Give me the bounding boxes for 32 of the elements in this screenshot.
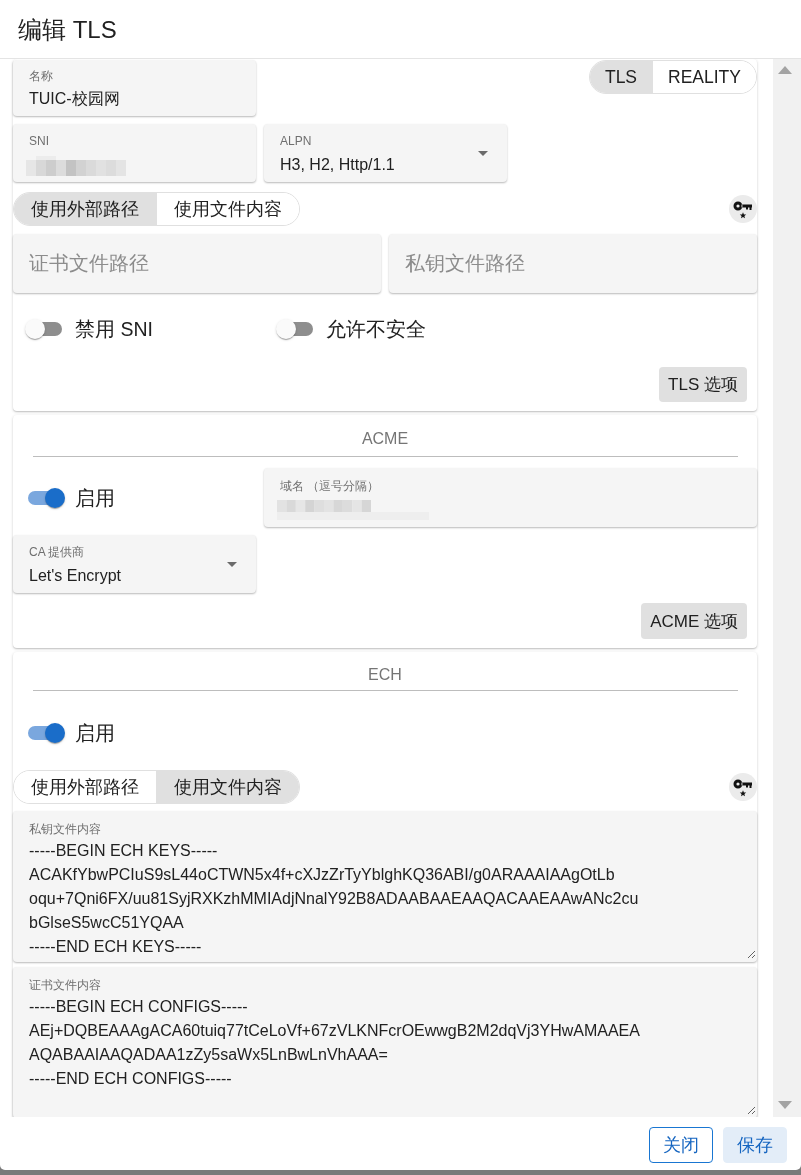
dropdown-caret-icon: [227, 561, 237, 567]
options-button[interactable]: TLS 选项: [659, 367, 747, 402]
domain-field[interactable]: 域名 （逗号分隔）: [264, 468, 757, 527]
key-icon[interactable]: [729, 195, 757, 223]
scroll-up-icon[interactable]: [778, 66, 792, 74]
options-button[interactable]: ACME 选项: [641, 603, 747, 639]
switch-label: 启用: [75, 721, 115, 746]
alpn-select[interactable]: ALPN H3, H2, Http/1.1: [264, 124, 507, 182]
ca-select[interactable]: CA 提供商 Let's Encrypt: [13, 535, 256, 593]
section-heading: ACME: [361, 429, 409, 449]
scrollbar-track[interactable]: [773, 59, 801, 1117]
section-heading: ECH: [368, 665, 402, 685]
dropdown-caret-icon: [478, 150, 488, 156]
switch-label: 禁用 SNI: [75, 317, 153, 342]
dialog-title: 编辑 TLS: [18, 15, 117, 45]
switch-label: 启用: [75, 485, 115, 511]
key-icon[interactable]: [729, 773, 757, 801]
toggle-tab[interactable]: 使用文件内容: [156, 771, 299, 803]
save-button[interactable]: 保存: [723, 1127, 787, 1163]
toggle-tab[interactable]: 使用文件内容: [156, 193, 299, 225]
path-input-field[interactable]: 证书文件路径: [13, 234, 381, 293]
file-content-textarea[interactable]: 私钥文件内容 -----BEGIN ECH KEYS----- ACAKfYbwPCIuS9sL44oCTWN5x4f+cXJzZrTyYblghKQ36ABI/g0ARAAAIAAgOtLb oqu+7Qni6FX/uu81SyjRXKzhMMIAdjNnalY92B8ADAABAAEAAQACAAEAAwANc2cu bGlseS5wcC51YQAA -----END ECH KEYS-----: [13, 811, 757, 962]
toggle-tab[interactable]: REALITY: [652, 61, 756, 93]
toggle-tab[interactable]: TLS: [589, 61, 653, 93]
sni-field[interactable]: SNI: [13, 124, 256, 182]
close-button[interactable]: 关闭: [649, 1127, 713, 1163]
scroll-down-icon[interactable]: [778, 1101, 792, 1109]
file-content-textarea[interactable]: 证书文件内容 -----BEGIN ECH CONFIGS----- AEj+DQBEAAAgACA60tuiq77tCeLoVf+67zVLKNFcrOEwwgB2M2dqVj3YHwAMAAEA AQABAAIAAQADAA1zZy5saWx5LnBwLnVhAAA= -----END ECH CONFIGS-----: [13, 967, 757, 1117]
name-field[interactable]: 名称 TUIC-校园网: [13, 60, 256, 116]
path-input-field[interactable]: 私钥文件路径: [389, 234, 757, 293]
toggle-tab[interactable]: 使用外部路径: [14, 193, 156, 225]
switch-label: 允许不安全: [326, 317, 426, 342]
